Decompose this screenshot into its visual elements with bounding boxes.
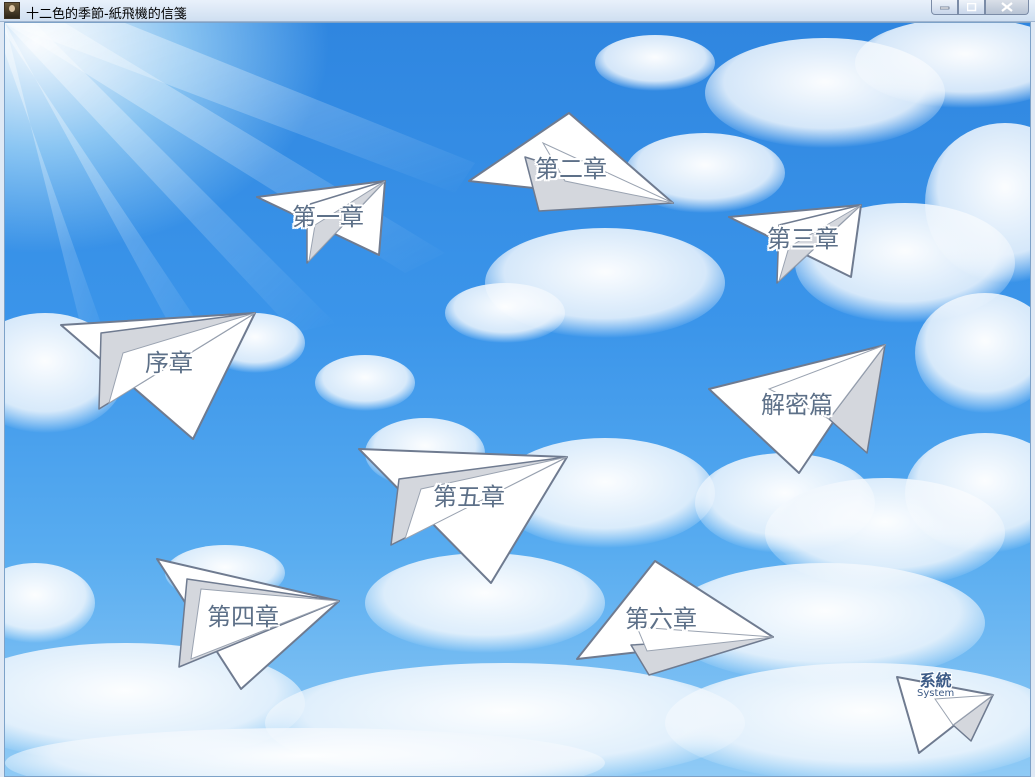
chapter-label: 序章	[145, 349, 193, 377]
window-controls	[931, 0, 1029, 16]
minimize-button[interactable]	[931, 0, 958, 15]
system-subtitle: System	[917, 688, 955, 699]
chapter-label: 第六章	[625, 605, 697, 633]
close-icon	[1001, 2, 1013, 12]
window-title: 十二色的季節-紙飛機的信箋	[26, 7, 187, 22]
paper-plane-icon	[358, 448, 568, 584]
chapter-label: 第一章	[292, 203, 364, 231]
chapter-solution-button[interactable]: 解密篇	[708, 343, 889, 475]
paper-plane-icon	[60, 312, 256, 440]
chapter-5-button[interactable]: 第五章	[358, 448, 571, 585]
chapter-1-button[interactable]: 第一章	[256, 180, 393, 267]
chapter-6-button[interactable]: 第六章	[576, 560, 777, 677]
system-title: 系統	[919, 671, 952, 690]
title-bar[interactable]: 十二色的季節-紙飛機的信箋	[0, 0, 1035, 22]
maximize-button[interactable]	[958, 0, 985, 15]
chapter-label: 解密篇	[761, 391, 833, 419]
app-icon	[4, 2, 20, 19]
minimize-icon	[939, 6, 949, 10]
chapter-label: 第四章	[207, 603, 279, 631]
close-button[interactable]	[985, 0, 1029, 15]
chapter-4-button[interactable]: 第四章	[156, 558, 343, 691]
game-window: 十二色的季節-紙飛機的信箋 序章 第一章 第二章 第三章 解密篇 第五章 第四章…	[0, 0, 1035, 777]
system-button[interactable]: 系統 System	[895, 673, 995, 757]
sun-rays	[5, 23, 475, 363]
maximize-icon	[966, 2, 976, 11]
chapter-3-button[interactable]: 第三章	[728, 204, 865, 285]
chapter-label: 第二章	[535, 155, 607, 183]
game-scene: 序章 第一章 第二章 第三章 解密篇 第五章 第四章 第六章 系統 System	[4, 22, 1031, 777]
chapter-label: 第三章	[767, 225, 839, 253]
chapter-2-button[interactable]: 第二章	[468, 112, 679, 213]
chapter-prologue-button[interactable]: 序章	[60, 312, 261, 443]
chapter-label: 第五章	[433, 483, 505, 511]
system-label: 系統 System	[917, 673, 954, 699]
